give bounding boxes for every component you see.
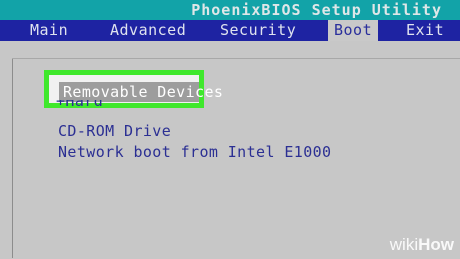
tab-security[interactable]: Security	[220, 20, 296, 41]
boot-item-label: +Hard Drive	[56, 100, 103, 108]
boot-item-hard-drive[interactable]: +Hard Drive	[56, 100, 103, 108]
menu-bar: Main Advanced Security Boot Exit	[0, 20, 460, 41]
panel-divider-left	[12, 58, 13, 258]
tab-main[interactable]: Main	[30, 20, 68, 41]
wikihow-watermark: wikiHow	[389, 235, 454, 254]
app-title: PhoenixBIOS Setup Utility	[191, 1, 442, 19]
title-bar: PhoenixBIOS Setup Utility	[0, 0, 460, 20]
boot-item-cd-rom[interactable]: CD-ROM Drive	[58, 122, 171, 140]
tab-exit[interactable]: Exit	[406, 20, 444, 41]
boot-item-network-boot[interactable]: Network boot from Intel E1000	[58, 143, 332, 161]
tab-advanced[interactable]: Advanced	[110, 20, 186, 41]
tab-boot[interactable]: Boot	[328, 20, 379, 41]
panel-divider-top	[12, 58, 460, 59]
boot-item-label: Removable Devices	[63, 83, 224, 101]
